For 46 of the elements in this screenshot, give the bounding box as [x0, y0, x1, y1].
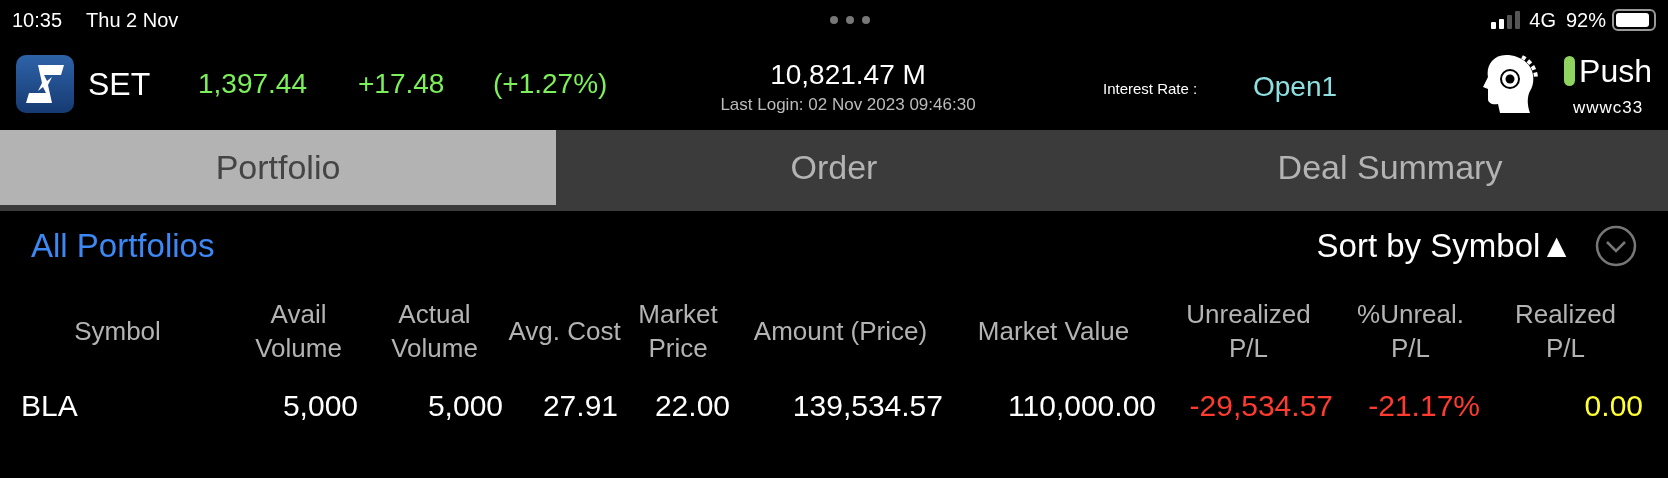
table-cell-text: 0.00: [1583, 388, 1644, 424]
sort-button[interactable]: Sort by Symbol▲: [1316, 221, 1573, 271]
interest-rate-value: Open1: [1253, 70, 1338, 104]
push-status-icon: [1564, 56, 1576, 87]
index-value: 1,397.44: [198, 67, 308, 101]
column-header: Actual Volume: [390, 298, 479, 365]
column-header: Unrealized P/L: [1185, 298, 1312, 365]
head-icon[interactable]: [1482, 53, 1539, 115]
portfolio-selector[interactable]: All Portfolios: [31, 221, 215, 271]
column-header: Market Price: [637, 298, 719, 365]
battery-icon: [1612, 9, 1656, 31]
more-icon[interactable]: [828, 15, 871, 25]
app-logo: [16, 55, 74, 113]
dropdown-icon[interactable]: [1595, 225, 1637, 267]
column-header: Amount (Price): [753, 315, 928, 348]
battery-percent: 92%: [1565, 8, 1606, 33]
index-change-percent: (+1.27%): [493, 67, 609, 101]
status-time: 10:35: [12, 8, 63, 33]
column-header: Avail Volume: [254, 298, 343, 365]
table-cell-text: 110,000.00: [1007, 388, 1157, 424]
status-date: Thu 2 Nov: [86, 8, 179, 33]
tab[interactable]: Portfolio: [0, 130, 556, 205]
column-header: Realized P/L: [1513, 298, 1618, 365]
column-header: Symbol: [74, 315, 161, 348]
tab[interactable]: Deal Summary: [1112, 130, 1668, 205]
column-header: Avg. Cost: [508, 315, 621, 348]
table-cell-text: -21.17%: [1367, 388, 1481, 424]
tab[interactable]: Order: [556, 130, 1112, 205]
network-label: 4G: [1529, 8, 1556, 33]
table-cell-text: 139,534.57: [791, 388, 944, 424]
table-cell-text: 5,000: [426, 388, 504, 424]
table-cell-text: 22.00: [653, 388, 731, 424]
username: wwwc33: [1572, 97, 1644, 120]
table-cell-text: BLA: [20, 388, 79, 424]
column-header: Market Value: [977, 315, 1130, 348]
table-cell-text: 5,000: [281, 388, 359, 424]
column-header: %Unreal. P/L: [1356, 298, 1465, 365]
table-cell-text: -29,534.57: [1188, 388, 1334, 424]
push-label: Push: [1579, 52, 1652, 92]
index-change: +17.48: [358, 67, 446, 101]
trade-volume: 10,821.47 M: [770, 58, 926, 93]
last-login: Last Login: 02 Nov 2023 09:46:30: [720, 94, 976, 117]
index-name: SET: [88, 65, 152, 104]
table-cell-text: 27.91: [541, 388, 619, 424]
interest-rate-label: Interest Rate :: [1103, 78, 1199, 99]
signal-icon: [1491, 11, 1522, 29]
